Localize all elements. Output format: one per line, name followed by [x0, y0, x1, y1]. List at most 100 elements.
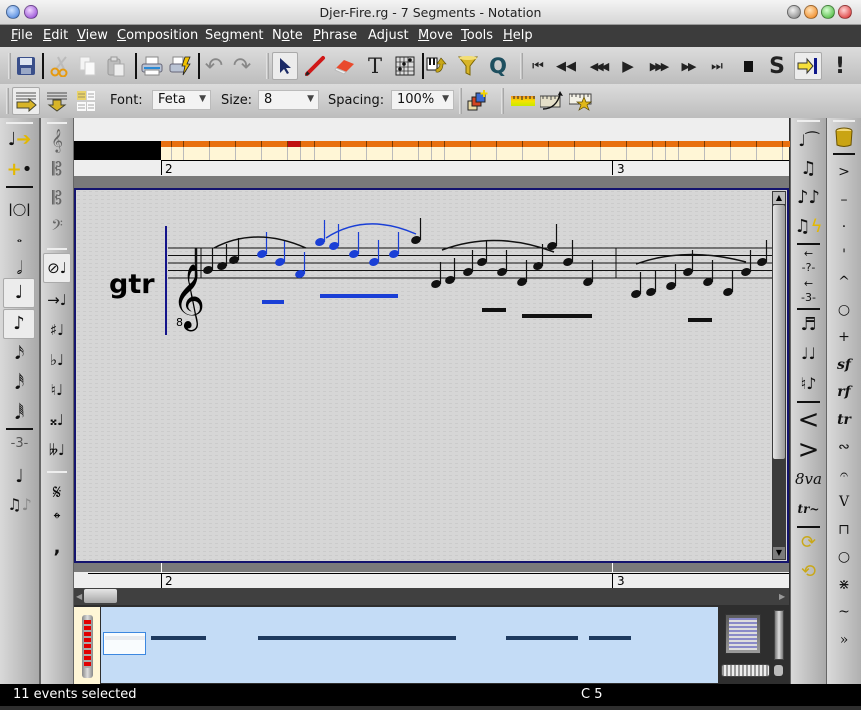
play-button[interactable]: ▶ — [617, 53, 639, 79]
alto-clef-button[interactable]: 𝄡 — [41, 156, 73, 184]
menu-edit[interactable]: Edit — [43, 28, 68, 43]
beam-group-button[interactable]: ♫ — [791, 155, 826, 183]
panner-overview[interactable] — [101, 607, 718, 683]
scroll-up-button[interactable]: ▲ — [773, 192, 785, 204]
panic-button[interactable]: ! — [828, 53, 852, 79]
triplet-group-button[interactable]: ← -3- — [791, 277, 826, 305]
velocity-ruler-button[interactable] — [509, 87, 537, 115]
breath-mark-button[interactable]: , — [41, 534, 73, 562]
menu-adjust[interactable]: Adjust — [368, 28, 409, 43]
coda-button[interactable]: 𝄌 — [41, 506, 73, 534]
harmonic-mark-button[interactable]: ○ — [827, 296, 861, 324]
fast-rewind-button[interactable]: ◀◀◀ — [585, 53, 611, 79]
solo-button[interactable]: S — [765, 53, 789, 79]
spacing-select[interactable]: 100% ▼ — [391, 90, 454, 110]
turn-mark-button[interactable]: ∾ — [827, 433, 861, 461]
treble-clef-button[interactable]: 𝄞 — [41, 126, 73, 154]
print-button[interactable] — [140, 53, 164, 79]
vertical-zoom-wheel[interactable] — [774, 610, 784, 660]
thirty-second-note-button[interactable]: 𝅘𝅥𝅰 — [0, 370, 39, 398]
erase-tool-button[interactable] — [332, 53, 358, 79]
inverted-mordent-mark-button[interactable]: ~ — [827, 598, 861, 626]
scroll-left-button[interactable]: ◀ — [76, 591, 84, 602]
menu-tools[interactable]: Tools — [461, 28, 493, 43]
continuous-page-layout-button[interactable] — [44, 87, 70, 115]
triplet-button[interactable]: -3- — [0, 430, 39, 458]
menu-view[interactable]: View — [77, 28, 108, 43]
skip-to-end-button[interactable]: ⏭ — [706, 53, 728, 79]
horizontal-scrollbar[interactable]: ◀ ▶ — [74, 588, 789, 605]
scroll-to-follow-button[interactable] — [794, 52, 822, 80]
guitar-chord-tool-button[interactable] — [392, 53, 418, 79]
window-maximize-button[interactable] — [821, 5, 835, 19]
bass-clef-button[interactable]: 𝄢 — [41, 214, 73, 242]
copy-button[interactable] — [76, 53, 100, 79]
tie-notes-button[interactable]: ♩⁀ — [791, 127, 826, 155]
ottava-button[interactable]: 8va — [791, 465, 826, 493]
menu-move[interactable]: Move — [418, 28, 453, 43]
note-to-rest-button[interactable]: ♩➔ — [0, 126, 39, 154]
cut-button[interactable] — [48, 53, 72, 79]
marcato-mark-button[interactable]: ^ — [827, 268, 861, 296]
tenuto-mark-button[interactable]: – — [827, 186, 861, 214]
rewind-button[interactable]: ◀◀ — [555, 53, 577, 79]
forward-button[interactable]: ▶▶ — [677, 53, 699, 79]
more-marks-mark-button[interactable]: » — [827, 626, 861, 654]
trill-mark-button[interactable]: tr — [827, 406, 861, 434]
rinforzando-mark-button[interactable]: rf — [827, 378, 861, 406]
mordent-mark-button[interactable]: ⋇ — [827, 571, 861, 599]
fermata-mark-button[interactable]: 𝄐 — [827, 461, 861, 489]
double-sharp-button[interactable]: 𝄪♩ — [41, 406, 73, 434]
accent-mark-button[interactable]: > — [827, 158, 861, 186]
staccatissimo-mark-button[interactable]: ' — [827, 241, 861, 269]
unbeam-button[interactable]: ♪♪ — [791, 184, 826, 212]
multi-page-layout-button[interactable] — [74, 87, 98, 115]
panner-viewport[interactable] — [103, 632, 146, 655]
scroll-down-button[interactable]: ▼ — [773, 547, 785, 559]
tenor-clef-button[interactable]: 𝄡 — [41, 185, 73, 213]
staccato-mark-button[interactable]: · — [827, 213, 861, 241]
auto-beam-button[interactable]: ♫ϟ — [791, 213, 826, 241]
reset-zoom-button[interactable] — [774, 665, 783, 676]
fast-forward-button[interactable]: ▶▶▶ — [645, 53, 671, 79]
toolbar-grip[interactable] — [8, 53, 11, 79]
quantize-button[interactable]: Q — [485, 53, 511, 79]
save-button[interactable] — [14, 53, 38, 79]
sixty-fourth-note-button[interactable]: 𝅘𝅥𝅱 — [0, 400, 39, 428]
menu-composition[interactable]: Composition — [117, 28, 198, 43]
window-minimize-button[interactable] — [804, 5, 818, 19]
up-bow-mark-button[interactable]: V — [827, 488, 861, 516]
scroll-right-button[interactable]: ▶ — [779, 591, 787, 602]
vertical-zoom-control[interactable] — [725, 614, 761, 654]
add-dot-button[interactable]: +• — [0, 156, 39, 184]
window-close-button[interactable] — [838, 5, 852, 19]
menu-note[interactable]: Note — [272, 28, 303, 43]
print-preview-button[interactable] — [168, 53, 192, 79]
text-tool-button[interactable]: T — [362, 53, 388, 79]
controller-ruler-button[interactable] — [539, 87, 565, 115]
menu-file[interactable]: File — [11, 28, 33, 43]
trill-line-button[interactable]: tr~ — [791, 495, 826, 523]
remove-marks-button[interactable] — [827, 126, 861, 154]
double-flat-button[interactable]: 𝄫♩ — [41, 436, 73, 464]
bottom-loop-ruler[interactable] — [74, 563, 789, 572]
decrescendo-button[interactable]: > — [791, 436, 826, 464]
horizontal-zoom-wheel[interactable] — [721, 664, 770, 677]
loop-ruler[interactable] — [74, 176, 789, 188]
font-select[interactable]: Feta ▼ — [152, 90, 211, 110]
filter-selection-button[interactable] — [455, 53, 481, 79]
phrasing-slur-button[interactable]: ♩♩ — [791, 340, 826, 368]
rewind-to-start-button[interactable]: ⏮ — [527, 53, 549, 79]
size-select[interactable]: 8 ▼ — [258, 90, 319, 110]
tremolo-button[interactable]: ⟲ — [791, 558, 826, 586]
eighth-note-button[interactable]: ♪ — [3, 309, 35, 339]
grace-note-button[interactable]: ♫♪ — [0, 491, 39, 519]
menu-help[interactable]: Help — [503, 28, 533, 43]
flat-button[interactable]: ♭♩ — [41, 346, 73, 374]
segno-button[interactable]: 𝄋 — [41, 478, 73, 506]
sixteenth-note-button[interactable]: 𝅘𝅥𝅯 — [0, 340, 39, 368]
menu-segment[interactable]: Segment — [205, 28, 264, 43]
score-canvas[interactable]: gtr 𝄞 8 ▲ ▼ — [74, 188, 789, 563]
slur-button[interactable]: ♬ — [791, 311, 826, 339]
follow-accidental-button[interactable]: →♩ — [41, 286, 73, 314]
